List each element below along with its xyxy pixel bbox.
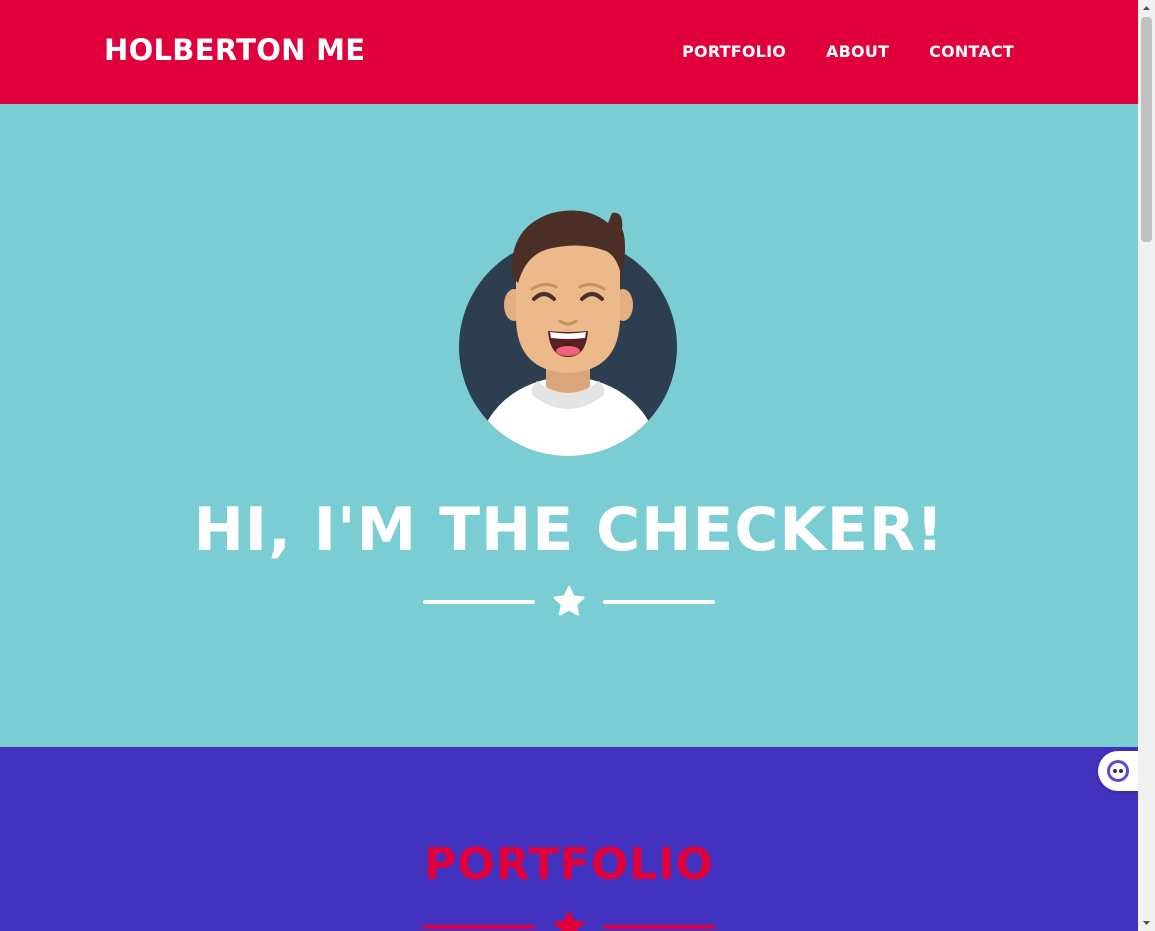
portfolio-title: PORTFOLIO — [424, 839, 714, 890]
smiling-avatar-icon — [459, 210, 677, 456]
scroll-down-arrow-icon[interactable] — [1138, 914, 1155, 931]
assistant-face-icon — [1107, 760, 1129, 782]
scroll-up-arrow-icon[interactable] — [1138, 0, 1155, 17]
nav-link-about[interactable]: ABOUT — [826, 42, 889, 61]
nav-link-portfolio[interactable]: PORTFOLIO — [682, 42, 786, 61]
nav-link-contact[interactable]: CONTACT — [929, 42, 1014, 61]
star-icon — [553, 911, 585, 931]
hero-section: HI, I'M THE CHECKER! — [0, 104, 1138, 747]
brand-logo-text[interactable]: HOLBERTON ME — [104, 33, 365, 67]
star-icon — [553, 586, 585, 616]
portfolio-divider — [423, 907, 715, 931]
divider-line-right — [603, 600, 715, 604]
divider-line-left — [423, 600, 535, 604]
vertical-scrollbar[interactable] — [1138, 0, 1155, 931]
assistant-widget-button[interactable] — [1098, 751, 1138, 791]
hero-title: HI, I'M THE CHECKER! — [193, 495, 945, 565]
main-nav: PORTFOLIO ABOUT CONTACT — [682, 42, 1014, 61]
page-viewport: HOLBERTON ME PORTFOLIO ABOUT CONTACT HI,… — [0, 0, 1138, 931]
top-navbar: HOLBERTON ME PORTFOLIO ABOUT CONTACT — [0, 0, 1138, 104]
divider-line-right — [603, 925, 715, 929]
scrollbar-thumb[interactable] — [1141, 17, 1152, 242]
hero-divider — [423, 582, 715, 622]
divider-line-left — [423, 925, 535, 929]
portfolio-section: PORTFOLIO — [0, 747, 1138, 931]
